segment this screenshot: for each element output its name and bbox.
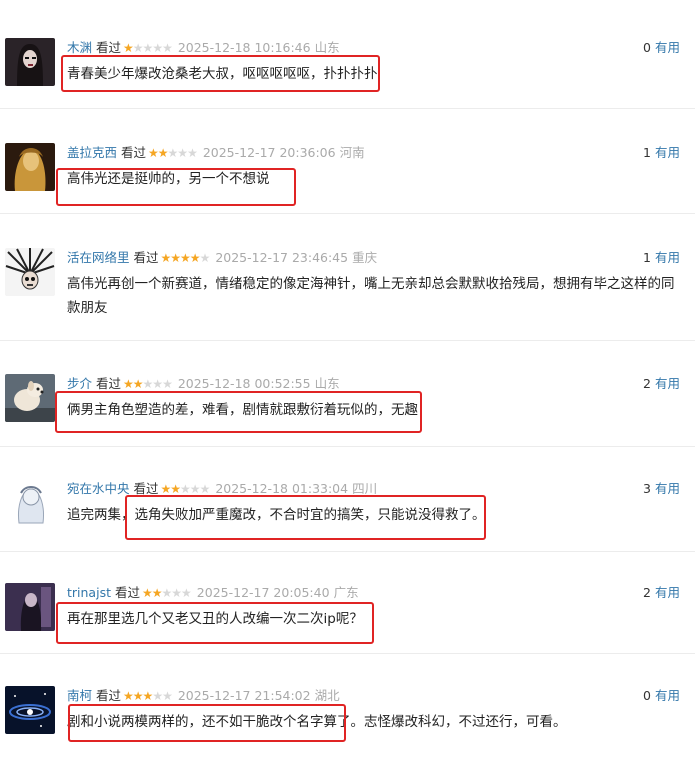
useful-number: 0 — [643, 688, 651, 703]
comment-meta: 南柯 看过 ★★★★★ 2025-12-17 21:54:02 湖北 — [67, 687, 340, 705]
useful-button[interactable]: 有用 — [655, 250, 680, 265]
username-link[interactable]: 木渊 — [67, 40, 92, 55]
useful-count: 0 有用 — [643, 687, 680, 705]
comment-text: 高伟光再创一个新赛道，情绪稳定的像定海神针，嘴上无亲却总会默默收拾残局，想拥有毕… — [67, 276, 675, 316]
comment-time: 2025-12-17 20:05:40 — [196, 585, 330, 600]
comment-item: 南柯 看过 ★★★★★ 2025-12-17 21:54:02 湖北 0 有用 剧和小说两… — [0, 686, 695, 760]
comment-time: 2025-12-18 01:33:04 — [215, 481, 349, 496]
comment-location: 湖北 — [314, 688, 340, 703]
comment-location: 河南 — [339, 145, 365, 160]
comment-location: 山东 — [314, 40, 340, 55]
comment-item: 活在网络里 看过 ★★★★★ 2025-12-17 23:46:45 重庆 1 有用 高伟… — [0, 248, 695, 341]
username-link[interactable]: 步介 — [67, 376, 92, 391]
useful-number: 2 — [643, 376, 651, 391]
useful-count: 1 有用 — [643, 249, 680, 267]
comment-meta: trinajst 看过 ★★★★★ 2025-12-17 20:05:40 广东 — [67, 584, 359, 602]
comment-text: 剧和小说两模两样的，还不如干脆改个名字算了。志怪爆改科幻，不过还行，可看。 — [67, 714, 567, 730]
rating-stars: ★★★★★ — [142, 586, 192, 600]
username-link[interactable]: 南柯 — [67, 688, 92, 703]
avatar[interactable] — [5, 479, 55, 527]
useful-count: 2 有用 — [643, 584, 680, 602]
watched-label: 看过 — [96, 376, 122, 391]
comment-text: 俩男主角色塑造的差，难看，剧情就跟敷衍着玩似的，无趣 — [67, 402, 418, 418]
rating-stars: ★★★★★ — [148, 146, 198, 160]
username-link[interactable]: trinajst — [67, 585, 111, 600]
comment-time: 2025-12-18 10:16:46 — [177, 40, 311, 55]
watched-label: 看过 — [133, 481, 159, 496]
useful-button[interactable]: 有用 — [655, 40, 680, 55]
useful-count: 2 有用 — [643, 375, 680, 393]
watched-label: 看过 — [133, 250, 159, 265]
useful-number: 0 — [643, 40, 651, 55]
comment-location: 广东 — [333, 585, 359, 600]
avatar[interactable] — [5, 143, 55, 191]
avatar[interactable] — [5, 374, 55, 422]
comment-location: 四川 — [352, 481, 378, 496]
avatar[interactable] — [5, 248, 55, 296]
useful-count: 3 有用 — [643, 480, 680, 498]
useful-button[interactable]: 有用 — [655, 376, 680, 391]
useful-number: 1 — [643, 250, 651, 265]
useful-button[interactable]: 有用 — [655, 145, 680, 160]
comment-text: 青春美少年爆改沧桑老大叔，呕呕呕呕呕，扑扑扑扑 — [67, 66, 378, 82]
useful-button[interactable]: 有用 — [655, 688, 680, 703]
useful-button[interactable]: 有用 — [655, 585, 680, 600]
username-link[interactable]: 盖拉克西 — [67, 145, 117, 160]
rating-stars: ★★★★★ — [160, 251, 211, 265]
useful-count: 0 有用 — [643, 39, 680, 57]
watched-label: 看过 — [121, 145, 147, 160]
comment-text: 追完两集，选角失败加严重魔改，不合时宜的搞笑，只能说没得救了。 — [67, 507, 486, 523]
comment-list: 木渊 看过 ★★★★★ 2025-12-18 10:16:46 山东 0 有用 青春美少年… — [0, 0, 695, 764]
avatar[interactable] — [5, 583, 55, 631]
comment-text: 高伟光还是挺帅的，另一个不想说 — [67, 171, 270, 187]
comment-time: 2025-12-17 20:36:06 — [202, 145, 336, 160]
comment-item: 宛在水中央 看过 ★★★★★ 2025-12-18 01:33:04 四川 3 有用 追完… — [0, 479, 695, 552]
avatar[interactable] — [5, 686, 55, 734]
rating-stars: ★★★★★ — [123, 689, 173, 703]
comment-meta: 活在网络里 看过 ★★★★★ 2025-12-17 23:46:45 重庆 — [67, 249, 377, 267]
comment-meta: 步介 看过 ★★★★★ 2025-12-18 00:52:55 山东 — [67, 375, 340, 393]
useful-number: 3 — [643, 481, 651, 496]
comment-meta: 盖拉克西 看过 ★★★★★ 2025-12-17 20:36:06 河南 — [67, 144, 365, 162]
watched-label: 看过 — [114, 585, 140, 600]
comment-location: 重庆 — [352, 250, 378, 265]
comment-location: 山东 — [314, 376, 340, 391]
watched-label: 看过 — [96, 40, 122, 55]
username-link[interactable]: 活在网络里 — [67, 250, 130, 265]
comment-time: 2025-12-17 23:46:45 — [215, 250, 349, 265]
comment-item: 步介 看过 ★★★★★ 2025-12-18 00:52:55 山东 2 有用 俩男主角色… — [0, 374, 695, 447]
comment-text: 再在那里选几个又老又丑的人改编一次二次ip呢？ — [67, 611, 363, 627]
useful-count: 1 有用 — [643, 144, 680, 162]
comment-meta: 宛在水中央 看过 ★★★★★ 2025-12-18 01:33:04 四川 — [67, 480, 377, 498]
comment-meta: 木渊 看过 ★★★★★ 2025-12-18 10:16:46 山东 — [67, 39, 340, 57]
watched-label: 看过 — [96, 688, 122, 703]
comment-item: trinajst 看过 ★★★★★ 2025-12-17 20:05:40 广东 2 有用… — [0, 583, 695, 654]
avatar[interactable] — [5, 38, 55, 86]
rating-stars: ★★★★★ — [123, 377, 173, 391]
rating-stars: ★★★★★ — [123, 41, 173, 55]
rating-stars: ★★★★★ — [160, 482, 211, 496]
comment-time: 2025-12-17 21:54:02 — [177, 688, 311, 703]
useful-number: 1 — [643, 145, 651, 160]
comment-item: 木渊 看过 ★★★★★ 2025-12-18 10:16:46 山东 0 有用 青春美少年… — [0, 38, 695, 109]
useful-button[interactable]: 有用 — [655, 481, 680, 496]
comment-item: 盖拉克西 看过 ★★★★★ 2025-12-17 20:36:06 河南 1 有用 高伟光… — [0, 143, 695, 214]
useful-number: 2 — [643, 585, 651, 600]
username-link[interactable]: 宛在水中央 — [67, 481, 130, 496]
comment-time: 2025-12-18 00:52:55 — [177, 376, 311, 391]
